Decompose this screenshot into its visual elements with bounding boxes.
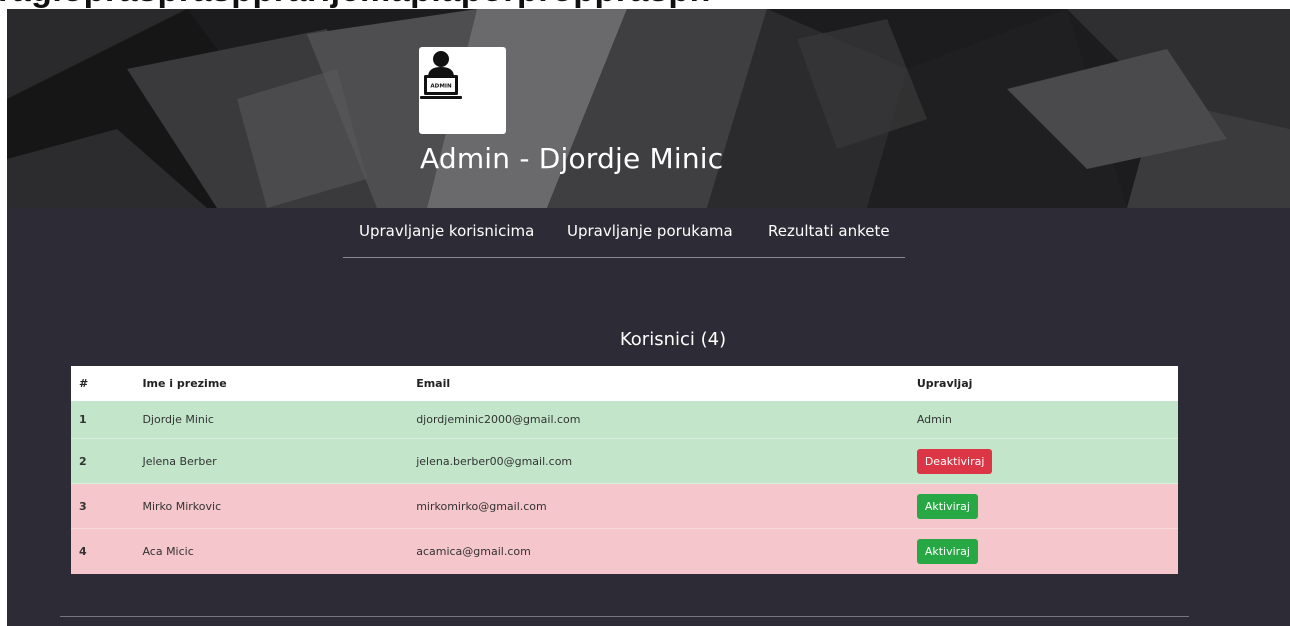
users-section-title: Korisnici (4) bbox=[619, 329, 727, 350]
user-name: Mirko Mirkovic bbox=[142, 483, 417, 529]
activate-button[interactable]: Aktiviraj bbox=[916, 493, 978, 519]
admin-name: Admin - Djordje Minic bbox=[420, 142, 724, 175]
user-email: acamica@gmail.com bbox=[416, 528, 917, 574]
user-action-cell: Deaktiviraj bbox=[916, 438, 1178, 484]
table-row: 2 Jelena Berber jelena.berber00@gmail.co… bbox=[71, 438, 1178, 484]
user-email: djordjeminic2000@gmail.com bbox=[416, 413, 581, 426]
admin-nav: Upravljanje korisnicima Upravljanje poru… bbox=[343, 209, 905, 258]
table-row: 3 Mirko Mirkovic mirkomirko@gmail.com Ak… bbox=[71, 483, 1178, 529]
nav-item-messages[interactable]: Upravljanje porukama bbox=[567, 222, 733, 240]
column-header-manage: Upravljaj bbox=[916, 366, 1178, 401]
column-header-number: # bbox=[71, 366, 143, 401]
table-row: 4 Aca Micic acamica@gmail.com Aktiviraj bbox=[71, 528, 1178, 574]
table-header-row: # Ime i prezime Email Upravljaj bbox=[71, 366, 1178, 401]
column-header-name: Ime i prezime bbox=[142, 366, 417, 401]
user-email: jelena.berber00@gmail.com bbox=[416, 438, 917, 484]
user-name: Djordje Minic bbox=[142, 413, 214, 426]
deactivate-button[interactable]: Deaktiviraj bbox=[916, 448, 993, 474]
nav-item-survey-results[interactable]: Rezultati ankete bbox=[768, 222, 890, 240]
admin-badge-text: ADMIN bbox=[430, 84, 452, 90]
user-name: Aca Micic bbox=[142, 528, 417, 574]
admin-app: ADMIN Admin - Djordje Minic Upravljanje … bbox=[7, 9, 1290, 626]
hero-banner: ADMIN Admin - Djordje Minic bbox=[7, 9, 1290, 208]
user-name: Jelena Berber bbox=[142, 438, 417, 484]
activate-button[interactable]: Aktiviraj bbox=[916, 539, 978, 564]
column-header-email: Email bbox=[416, 366, 917, 401]
page-heading-text: ragiopraspraspprarijemapiaporproppraspn bbox=[0, 0, 711, 9]
footer-divider bbox=[60, 616, 1189, 617]
row-number: 3 bbox=[71, 483, 143, 529]
row-number: 2 bbox=[71, 438, 143, 484]
user-action-cell: Aktiviraj bbox=[916, 483, 1178, 529]
user-role-label: Admin bbox=[916, 413, 952, 426]
admin-avatar: ADMIN bbox=[419, 47, 506, 134]
user-action-cell: Aktiviraj bbox=[916, 528, 1178, 574]
row-number: 4 bbox=[71, 528, 143, 574]
row-number: 1 bbox=[79, 413, 87, 426]
hero-background bbox=[7, 9, 1290, 208]
page-heading-partial: ragiopraspraspprarijemapiaporproppraspn bbox=[0, 0, 1290, 9]
users-table: # Ime i prezime Email Upravljaj 1 Djordj… bbox=[71, 366, 1178, 574]
table-row: 1 Djordje Minic djordjeminic2000@gmail.c… bbox=[71, 401, 1178, 439]
admin-laptop-icon: ADMIN bbox=[420, 51, 462, 99]
user-email: mirkomirko@gmail.com bbox=[416, 483, 917, 529]
nav-item-users[interactable]: Upravljanje korisnicima bbox=[359, 222, 534, 240]
